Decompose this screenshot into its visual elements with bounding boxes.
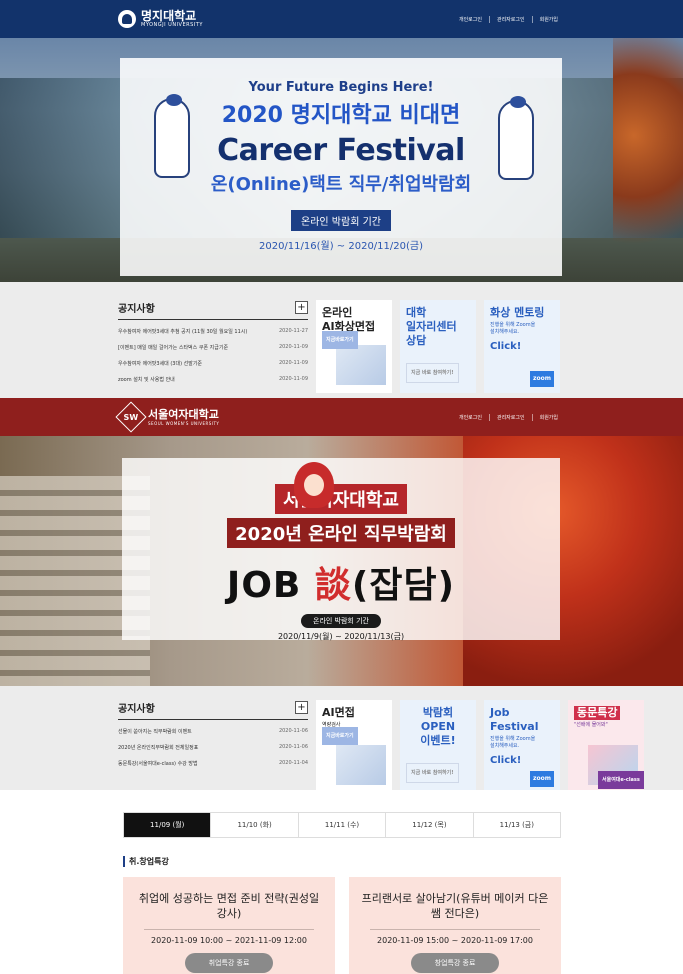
swu-logo-en: SEOUL WOMEN'S UNIVERSITY bbox=[148, 420, 220, 426]
lecture-time: 2020-11-09 15:00 ~ 2020-11-09 17:00 bbox=[377, 936, 533, 945]
interview-illustration-icon bbox=[336, 345, 386, 385]
signup-link[interactable]: 회원가입 bbox=[531, 413, 565, 421]
lecture-ended-button[interactable]: 창업특강 종료 bbox=[410, 953, 500, 973]
lecture-card: 프리랜서로 살아남기(유튜버 메이커 다은쌤 전다은) 2020-11-09 1… bbox=[349, 877, 561, 974]
period-dates: 2020/11/16(월) ~ 2020/11/20(금) bbox=[258, 241, 423, 252]
mju-logo[interactable]: 명지대학교 MYONGJI UNIVERSITY bbox=[118, 10, 203, 28]
mju-notice-board: 공지사항 + 우수참여자 에어팟3세대 추첨 공지 (11월 30일 월요일 1… bbox=[118, 300, 308, 398]
zoom-icon: zoom bbox=[530, 771, 554, 787]
zoom-icon: zoom bbox=[530, 371, 554, 387]
mju-logo-en: MYONGJI UNIVERSITY bbox=[141, 22, 203, 28]
interview-illustration-icon bbox=[336, 745, 386, 785]
lecture-list: 취업에 성공하는 면접 준비 전략(권성일 강사) 2020-11-09 10:… bbox=[123, 877, 683, 974]
hero-title: JOB 談(잡담) bbox=[226, 565, 456, 606]
swu-emblem-icon: SW bbox=[115, 401, 147, 433]
notice-more-plus-icon[interactable]: + bbox=[295, 301, 308, 314]
swu-hero-card: 서울여자대학교 2020년 온라인 직무박람회 JOB 談(잡담) 온라인 박람… bbox=[122, 458, 560, 641]
admin-login-link[interactable]: 관리자로그인 bbox=[488, 413, 532, 421]
section-title: 취.창업특강 bbox=[123, 856, 683, 867]
swu-hero: 서울여자대학교 2020년 온라인 직무박람회 JOB 談(잡담) 온라인 박람… bbox=[0, 436, 683, 686]
horse-mascot-right-icon bbox=[498, 96, 534, 180]
hero-tagline: Your Future Begins Here! bbox=[248, 80, 434, 95]
lecture-title: 프리랜서로 살아남기(유튜버 메이커 다은쌤 전다은) bbox=[361, 892, 549, 920]
tab-1110[interactable]: 11/10 (화) bbox=[210, 813, 298, 837]
horse-mascot-left-icon bbox=[154, 94, 190, 178]
notice-title: 공지사항 bbox=[118, 304, 155, 315]
period-label: 온라인 박람회 기간 bbox=[291, 210, 391, 231]
job-festival-tile[interactable]: Job Festival 진행을 위해 Zoom을 설치해주세요. Click!… bbox=[484, 700, 560, 790]
notice-item[interactable]: [이벤트] 매일 매일 걸어가는 스타벅스 쿠폰 지급기준 2020-11-09 bbox=[118, 344, 308, 351]
swu-notice-board: 공지사항 + 선물이 쏟아지는 직무박람회 이벤트 2020-11-06 2020… bbox=[118, 700, 308, 790]
date-tabs: 11/09 (월) 11/10 (화) 11/11 (수) 11/12 (목) … bbox=[123, 812, 561, 838]
lecture-ended-button[interactable]: 취업특강 종료 bbox=[184, 953, 274, 973]
alumni-lecture-tile[interactable]: 동문특강 "선배에 물어봐" 서울여대e-class bbox=[568, 700, 644, 790]
ai-interview-tile[interactable]: AI면접 역량검사 지금바로가기 bbox=[316, 700, 392, 790]
job-center-tile[interactable]: 대학 일자리센터 상담 지금 바로 참여하기! bbox=[400, 300, 476, 393]
mju-notice-row: 공지사항 + 우수참여자 에어팟3세대 추첨 공지 (11월 30일 월요일 1… bbox=[0, 282, 683, 398]
autumn-tree-photo bbox=[613, 38, 683, 282]
swu-logo[interactable]: SW 서울여자대학교 SEOUL WOMEN'S UNIVERSITY bbox=[115, 401, 220, 433]
ai-interview-tile[interactable]: 온라인 AI화상면접 지금바로가기 bbox=[316, 300, 392, 393]
notice-item[interactable]: 선물이 쏟아지는 직무박람회 이벤트 2020-11-06 bbox=[118, 728, 308, 735]
personal-login-link[interactable]: 개인로그인 bbox=[452, 16, 489, 23]
notice-title: 공지사항 bbox=[118, 704, 155, 715]
mju-emblem-icon bbox=[118, 10, 136, 28]
tab-1111[interactable]: 11/11 (수) bbox=[297, 813, 386, 837]
mju-header: 명지대학교 MYONGJI UNIVERSITY 개인로그인 관리자로그인 회원… bbox=[0, 0, 683, 38]
schedule-section: 11/09 (월) 11/10 (화) 11/11 (수) 11/12 (목) … bbox=[0, 790, 683, 974]
notice-item[interactable]: 동문특강(서울여대e-class) 수강 방법 2020-11-04 bbox=[118, 760, 308, 767]
tab-1109[interactable]: 11/09 (월) bbox=[124, 813, 211, 837]
period-dates: 2020/11/9(월) ~ 2020/11/13(금) bbox=[277, 632, 405, 641]
lecture-title: 취업에 성공하는 면접 준비 전략(권성일 강사) bbox=[138, 892, 320, 920]
notice-item[interactable]: zoom 설치 및 사용법 안내 2020-11-09 bbox=[118, 376, 308, 383]
signup-link[interactable]: 회원가입 bbox=[531, 15, 565, 23]
expo-open-event-tile[interactable]: 박람회 OPEN 이벤트! 지금 바로 참여하기! bbox=[400, 700, 476, 790]
lecture-card: 취업에 성공하는 면접 준비 전략(권성일 강사) 2020-11-09 10:… bbox=[123, 877, 335, 974]
notice-item[interactable]: 우수참여자 에어팟3세대 추첨 공지 (11월 30일 월요일 11시) 2020… bbox=[118, 328, 308, 335]
period-label: 온라인 박람회 기간 bbox=[301, 614, 381, 628]
personal-login-link[interactable]: 개인로그인 bbox=[452, 414, 489, 421]
notice-item[interactable]: 2020년 온라인직무박람회 전체일정표 2020-11-06 bbox=[118, 744, 308, 751]
hero-subtitle: 2020년 온라인 직무박람회 bbox=[227, 518, 455, 548]
mju-logo-name: 명지대학교 bbox=[141, 9, 197, 23]
swu-logo-name: 서울여자대학교 bbox=[148, 407, 219, 421]
tab-1113[interactable]: 11/13 (금) bbox=[472, 813, 561, 837]
notice-more-plus-icon[interactable]: + bbox=[295, 701, 308, 714]
notice-item[interactable]: 우수참여자 에어팟3세대 (3대) 선발기준 2020-11-09 bbox=[118, 360, 308, 367]
mju-top-links: 개인로그인 관리자로그인 회원가입 bbox=[452, 15, 565, 23]
tab-1112[interactable]: 11/12 (목) bbox=[385, 813, 473, 837]
swu-top-links: 개인로그인 관리자로그인 회원가입 bbox=[452, 413, 565, 421]
mju-hero: Your Future Begins Here! 2020 명지대학교 비대면 … bbox=[0, 38, 683, 282]
video-mentoring-tile[interactable]: 화상 멘토링 진행을 위해 Zoom을 설치해주세요. Click! zoom bbox=[484, 300, 560, 393]
lecture-time: 2020-11-09 10:00 ~ 2021-11-09 12:00 bbox=[151, 936, 307, 945]
swu-notice-row: 공지사항 + 선물이 쏟아지는 직무박람회 이벤트 2020-11-06 2020… bbox=[0, 686, 683, 790]
student-character-icon bbox=[294, 462, 334, 508]
swu-header: SW 서울여자대학교 SEOUL WOMEN'S UNIVERSITY 개인로그… bbox=[0, 398, 683, 436]
mju-hero-card: Your Future Begins Here! 2020 명지대학교 비대면 … bbox=[120, 58, 562, 276]
admin-login-link[interactable]: 관리자로그인 bbox=[488, 15, 532, 23]
